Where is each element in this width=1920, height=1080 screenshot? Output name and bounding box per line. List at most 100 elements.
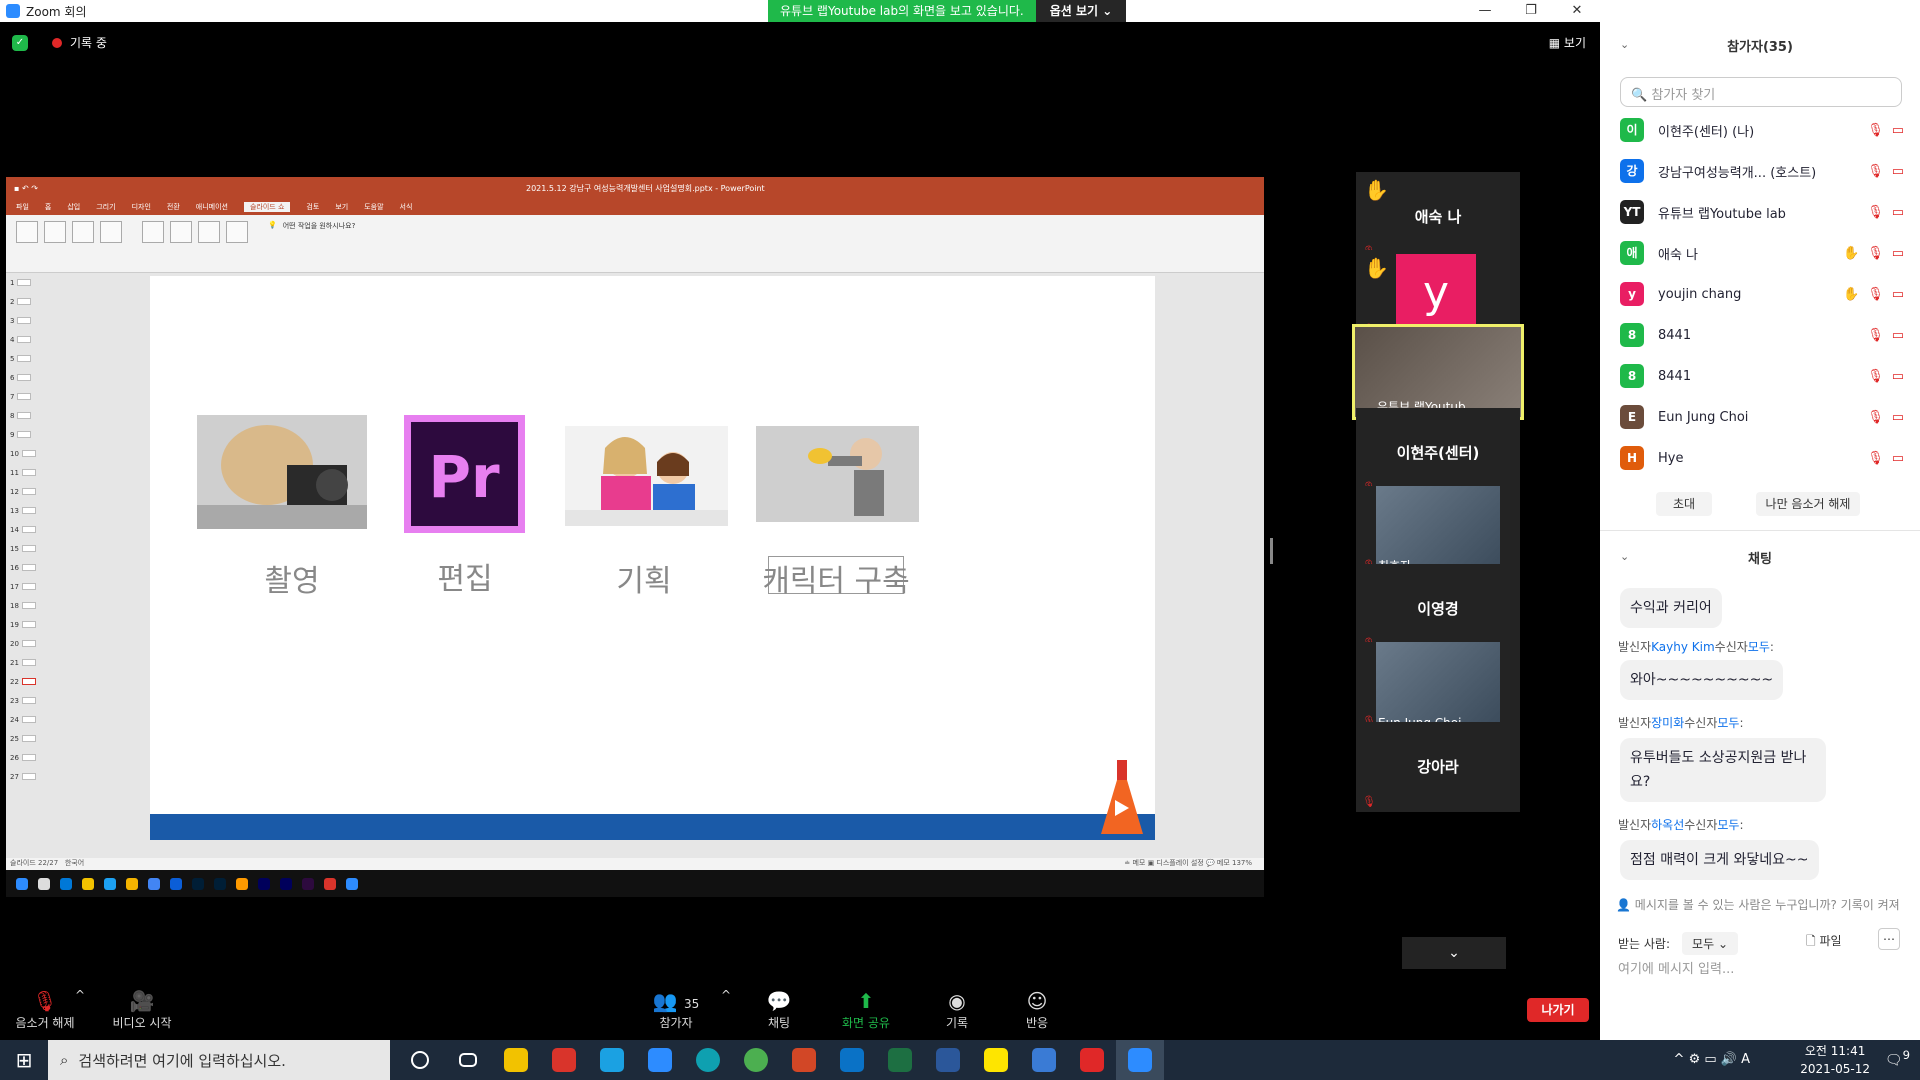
slide-thumbnail[interactable]: 18	[6, 596, 50, 615]
maximize-button[interactable]: ❐	[1508, 0, 1554, 22]
close-button[interactable]: ✕	[1554, 0, 1600, 22]
file-button[interactable]: 🗋 파일	[1806, 932, 1842, 953]
file-explorer-icon[interactable]	[492, 1040, 540, 1080]
slide-thumbnail[interactable]: 11	[6, 463, 50, 482]
slide-thumbnail[interactable]: 2	[6, 292, 50, 311]
excel-icon[interactable]	[876, 1040, 924, 1080]
participants-options-caret[interactable]: ^	[716, 988, 736, 1002]
chat-button[interactable]: 💬 채팅	[756, 988, 802, 1031]
slide-thumbnail[interactable]: 15	[6, 539, 50, 558]
unmute-me-button[interactable]: 나만 음소거 해제	[1756, 492, 1860, 516]
photos-icon[interactable]	[1020, 1040, 1068, 1080]
zoom-taskbar-icon[interactable]	[1116, 1040, 1164, 1080]
participant-row[interactable]: 8 8441 🎙 ▭	[1620, 315, 1910, 355]
slide-thumbnail[interactable]: 22	[6, 672, 50, 691]
participant-row[interactable]: 애 애숙 나 ✋ 🎙 ▭	[1620, 233, 1910, 273]
slide-thumbnail[interactable]: 9	[6, 425, 50, 444]
slide-thumbnail[interactable]: 7	[6, 387, 50, 406]
video-tile[interactable]: 최효자🎙	[1356, 486, 1520, 576]
edge-icon[interactable]	[684, 1040, 732, 1080]
video-tile[interactable]: 유튜브 랩Youtub...	[1352, 324, 1524, 420]
kakaotalk-icon[interactable]	[972, 1040, 1020, 1080]
app-blue-icon[interactable]	[636, 1040, 684, 1080]
scroll-down-chevron-icon[interactable]: ⌄	[1402, 937, 1506, 969]
ppt-tab[interactable]: 서식	[400, 202, 413, 212]
video-tile[interactable]: 애숙 나✋🎙	[1356, 172, 1520, 262]
record-button[interactable]: ◉ 기록	[934, 988, 980, 1031]
slide-thumbnail[interactable]: 19	[6, 615, 50, 634]
taskbar-clock[interactable]: 오전 11:41 2021-05-12	[1800, 1042, 1870, 1078]
view-options-button[interactable]: 옵션 보기 ⌄	[1035, 0, 1127, 22]
system-tray[interactable]: ^ ⚙ ▭ 🔊 A	[1674, 1052, 1750, 1067]
invite-button[interactable]: 초대	[1656, 492, 1712, 516]
slide-thumbnail[interactable]: 16	[6, 558, 50, 577]
slide-thumbnail[interactable]: 23	[6, 691, 50, 710]
app-icon[interactable]	[540, 1040, 588, 1080]
participant-row[interactable]: y youjin chang ✋ 🎙 ▭	[1620, 274, 1910, 314]
video-tile[interactable]: 강아라 🎙	[1356, 722, 1520, 812]
more-options-button[interactable]: ⋯	[1878, 928, 1900, 950]
ppt-tab[interactable]: 전환	[167, 202, 180, 212]
video-tile[interactable]: Eun Jung Choi🎙	[1356, 642, 1520, 732]
security-shield-icon[interactable]: ✓	[12, 34, 28, 51]
audio-options-caret[interactable]: ^	[70, 988, 90, 1002]
powerpoint-icon[interactable]	[780, 1040, 828, 1080]
view-button[interactable]: ▦ 보기	[1549, 34, 1586, 51]
ppt-tab[interactable]: 그리기	[96, 202, 115, 212]
slide-thumbnail[interactable]: 5	[6, 349, 50, 368]
reactions-button[interactable]: ☺ 반응	[1014, 988, 1060, 1031]
ppt-tab[interactable]: 파일	[16, 202, 29, 212]
ppt-tab[interactable]: 도움말	[364, 202, 383, 212]
slide-thumbnail[interactable]: 1	[6, 273, 50, 292]
slide-thumbnail[interactable]: 6	[6, 368, 50, 387]
ppt-tab[interactable]: 홈	[45, 202, 51, 212]
video-tile[interactable]: 이영경🎙	[1356, 564, 1520, 654]
ppt-tab[interactable]: 슬라이드 쇼	[243, 202, 291, 212]
slide-thumbnail[interactable]: 13	[6, 501, 50, 520]
slide-thumbnail[interactable]: 17	[6, 577, 50, 596]
ie-icon[interactable]	[588, 1040, 636, 1080]
slide-thumbnail[interactable]: 14	[6, 520, 50, 539]
taskbar-search-box[interactable]: ⌕ 검색하려면 여기에 입력하십시오.	[48, 1040, 390, 1080]
participant-row[interactable]: YT 유튜브 랩Youtube lab 🎙 ▭	[1620, 192, 1910, 232]
slide-thumbnail[interactable]: 3	[6, 311, 50, 330]
slide-thumbnail[interactable]: 4	[6, 330, 50, 349]
recipient-select[interactable]: 모두 ⌄	[1682, 932, 1738, 955]
slide-thumbnail[interactable]: 20	[6, 634, 50, 653]
ppt-tab[interactable]: 디자인	[132, 202, 151, 212]
minimize-button[interactable]: —	[1462, 0, 1508, 22]
participant-row[interactable]: 이 이현주(센터) (나) 🎙 ▭	[1620, 110, 1910, 150]
participant-search-input[interactable]: 🔍 참가자 찾기	[1620, 77, 1902, 107]
windows-start-icon[interactable]: ⊞	[0, 1048, 48, 1072]
cortana-icon[interactable]	[396, 1040, 444, 1080]
participant-row[interactable]: H Hye 🎙 ▭	[1620, 438, 1910, 478]
participant-row[interactable]: 8 8441 🎙 ▭	[1620, 356, 1910, 396]
panel-resize-handle[interactable]	[1270, 538, 1273, 564]
app-red-icon[interactable]	[1068, 1040, 1116, 1080]
word-icon[interactable]	[924, 1040, 972, 1080]
ppt-tab[interactable]: 삽입	[67, 202, 80, 212]
chat-message-input[interactable]: 여기에 메시지 입력...	[1618, 958, 1734, 977]
participant-row[interactable]: 강 강남구여성능력개... (호스트) 🎙 ▭	[1620, 151, 1910, 191]
ppt-tab[interactable]: 애니메이션	[196, 202, 228, 212]
slide-thumbnail[interactable]: 25	[6, 729, 50, 748]
participants-button[interactable]: 👥 35 참가자	[650, 988, 702, 1031]
ppt-tab[interactable]: 검토	[306, 202, 319, 212]
notification-icon[interactable]: 🗨9	[1885, 1048, 1910, 1069]
participant-row[interactable]: E Eun Jung Choi 🎙 ▭	[1620, 397, 1910, 437]
chat-privacy-hint[interactable]: 👤 메시지를 볼 수 있는 사람은 누구입니까? 기록이 켜져	[1616, 896, 1916, 913]
slide-thumbnail[interactable]: 10	[6, 444, 50, 463]
start-video-button[interactable]: 🎥 비디오 시작	[104, 988, 180, 1031]
slide-thumbnail[interactable]: 8	[6, 406, 50, 425]
caption-character[interactable]: 캐릭터 구축	[726, 556, 946, 600]
chrome-icon[interactable]	[732, 1040, 780, 1080]
slide-thumbnail[interactable]: 27	[6, 767, 50, 786]
slide-thumbnail[interactable]: 21	[6, 653, 50, 672]
video-tile[interactable]: 이현주(센터)🎙	[1356, 408, 1520, 498]
slide-thumbnail[interactable]: 26	[6, 748, 50, 767]
leave-button[interactable]: 나가기	[1527, 998, 1589, 1022]
ppt-tab[interactable]: 보기	[335, 202, 348, 212]
outlook-icon[interactable]	[828, 1040, 876, 1080]
slide-thumbnail[interactable]: 24	[6, 710, 50, 729]
task-view-icon[interactable]	[444, 1040, 492, 1080]
